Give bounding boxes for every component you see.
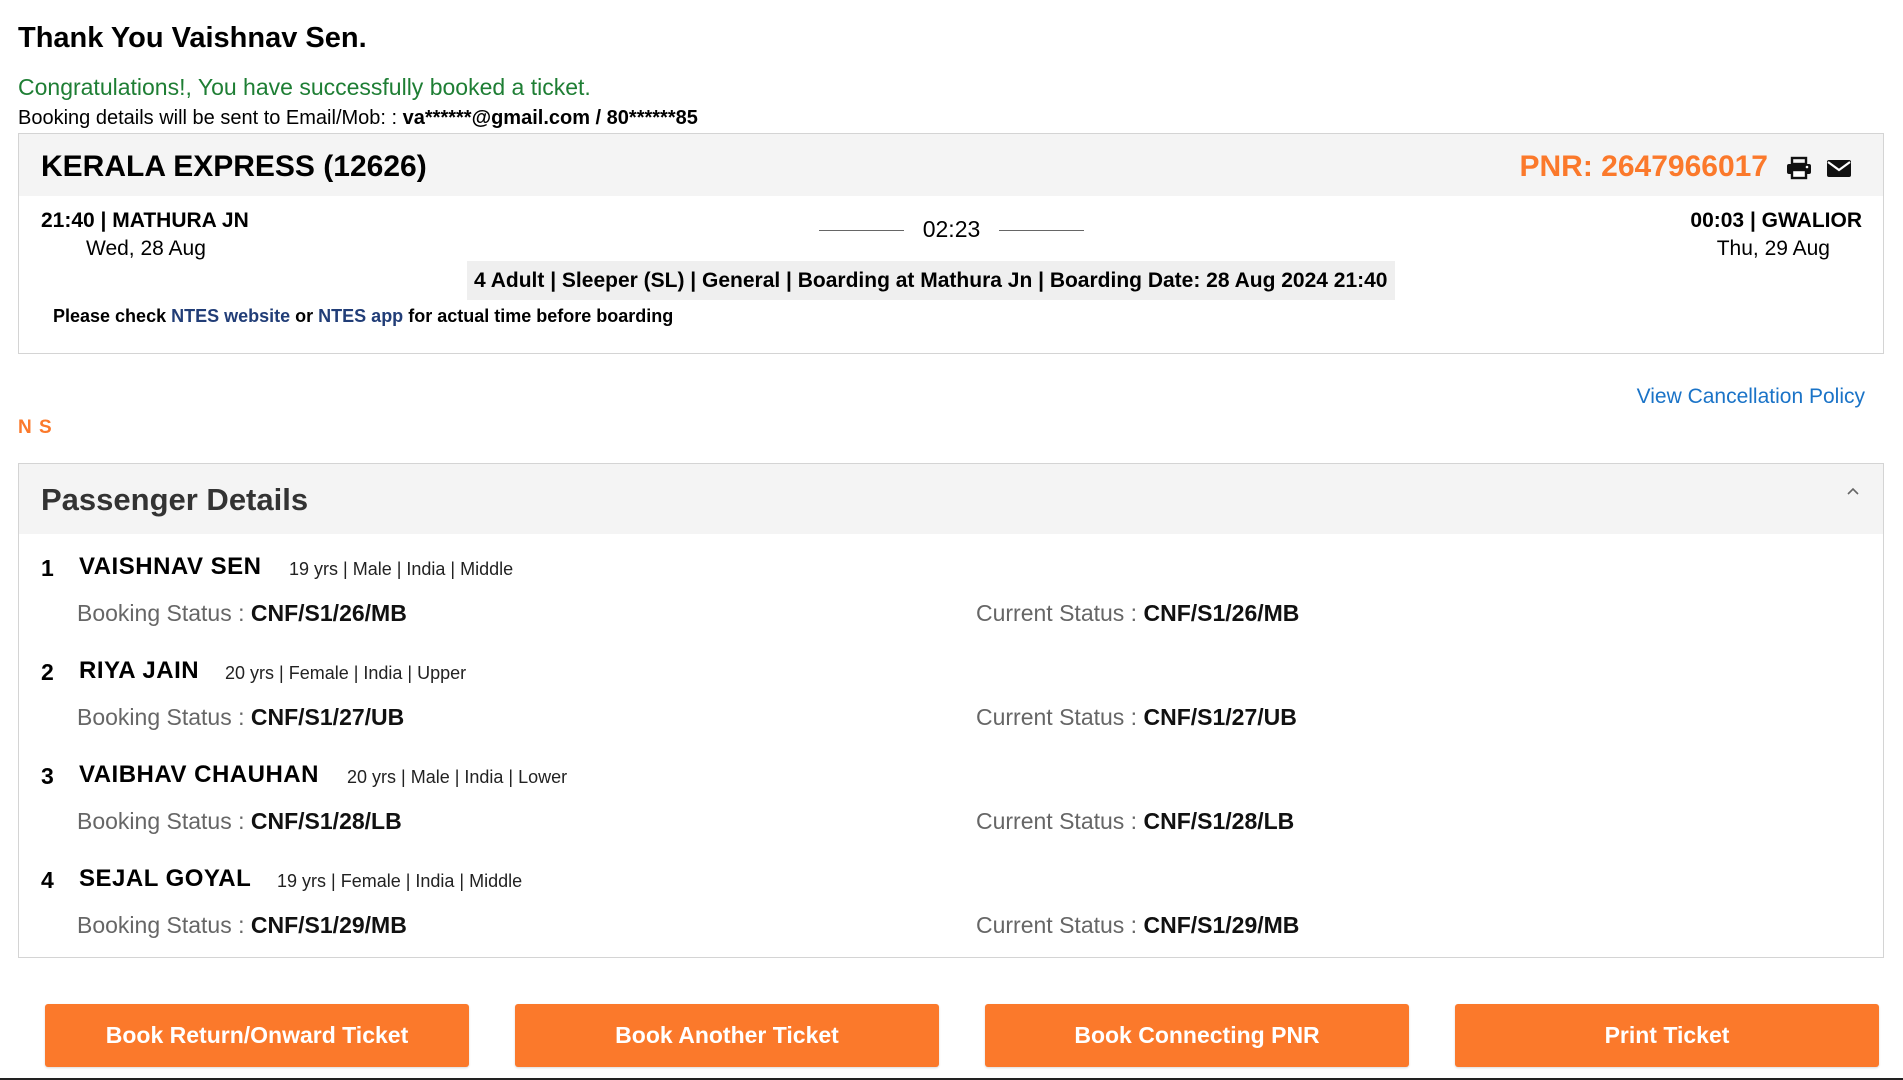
booking-status-value: CNF/S1/28/LB (250, 808, 402, 834)
passenger-row: 1 VAISHNAV SEN 19 yrs | Male | India | M… (19, 543, 1883, 647)
duration-line-right (999, 230, 1084, 231)
passenger-info: 19 yrs | Female | India | Middle (277, 871, 523, 891)
current-status: Current Status : CNF/S1/27/UB (976, 704, 1297, 731)
thank-you-heading: Thank You Vaishnav Sen. (18, 22, 367, 54)
booking-status: Booking Status : CNF/S1/29/MB (77, 912, 407, 939)
ntes-app-link[interactable]: NTES app (318, 306, 403, 326)
current-status-value: CNF/S1/26/MB (1143, 600, 1300, 626)
passenger-number: 4 (41, 867, 54, 893)
passenger-name: VAISHNAV SEN (79, 553, 262, 580)
passenger-name: VAIBHAV CHAUHAN (79, 761, 319, 788)
current-status-label: Current Status : (976, 704, 1138, 730)
ntes-note-or: or (295, 306, 314, 326)
booking-status-label: Booking Status : (77, 808, 245, 834)
passenger-number: 1 (41, 555, 54, 581)
booking-status-label: Booking Status : (77, 704, 245, 730)
booking-summary: 4 Adult | Sleeper (SL) | General | Board… (467, 261, 1395, 300)
print-ticket-button[interactable]: Print Ticket (1455, 1004, 1879, 1067)
journey-card: KERALA EXPRESS (12626) PNR: 2647966017 2… (18, 133, 1884, 354)
booking-confirmation-page: Thank You Vaishnav Sen. Congratulations!… (0, 0, 1903, 1080)
mail-icon[interactable] (1825, 156, 1853, 180)
print-icon[interactable] (1785, 156, 1813, 180)
journey-duration: 02:23 (819, 214, 1084, 244)
arrival-time-station: 00:03 | GWALIOR (1690, 209, 1862, 232)
passenger-info: 20 yrs | Female | India | Upper (225, 663, 467, 683)
passenger-row: 3 VAIBHAV CHAUHAN 20 yrs | Male | India … (19, 751, 1883, 855)
ntes-note-suffix: for actual time before boarding (408, 306, 674, 326)
current-status-label: Current Status : (976, 600, 1138, 626)
train-name: KERALA EXPRESS (12626) (41, 150, 427, 183)
departure-date: Wed, 28 Aug (86, 237, 206, 260)
passenger-name: RIYA JAIN (79, 657, 200, 684)
passenger-number: 2 (41, 659, 54, 685)
booking-status-label: Booking Status : (77, 600, 245, 626)
current-status: Current Status : CNF/S1/28/LB (976, 808, 1294, 835)
booking-status-value: CNF/S1/27/UB (250, 704, 405, 730)
departure-time-station: 21:40 | MATHURA JN (41, 209, 249, 232)
passenger-row: 2 RIYA JAIN 20 yrs | Female | India | Up… (19, 647, 1883, 751)
passenger-number: 3 (41, 763, 54, 789)
current-status-label: Current Status : (976, 808, 1138, 834)
journey-header: KERALA EXPRESS (12626) PNR: 2647966017 (19, 134, 1883, 196)
success-message: Congratulations!, You have successfully … (18, 74, 591, 100)
book-return-onward-button[interactable]: Book Return/Onward Ticket (45, 1004, 469, 1067)
chevron-up-icon[interactable] (1845, 484, 1861, 500)
current-status: Current Status : CNF/S1/29/MB (976, 912, 1299, 939)
booking-details-prefix: Booking details will be sent to Email/Mo… (18, 107, 398, 129)
passenger-info: 19 yrs | Male | India | Middle (289, 559, 514, 579)
book-connecting-pnr-button[interactable]: Book Connecting PNR (985, 1004, 1409, 1067)
booking-status-value: CNF/S1/26/MB (250, 600, 407, 626)
ns-label: N S (18, 417, 53, 438)
book-another-ticket-button[interactable]: Book Another Ticket (515, 1004, 939, 1067)
passenger-row: 4 SEJAL GOYAL 19 yrs | Female | India | … (19, 855, 1883, 959)
booking-status: Booking Status : CNF/S1/27/UB (77, 704, 404, 731)
current-status-value: CNF/S1/27/UB (1143, 704, 1297, 730)
current-status: Current Status : CNF/S1/26/MB (976, 600, 1299, 627)
ntes-note-prefix: Please check (53, 306, 167, 326)
booking-status-value: CNF/S1/29/MB (250, 912, 407, 938)
current-status-value: CNF/S1/28/LB (1143, 808, 1295, 834)
booking-contact: va******@gmail.com / 80******85 (402, 107, 698, 129)
passenger-name: SEJAL GOYAL (79, 865, 252, 892)
current-status-label: Current Status : (976, 912, 1138, 938)
passenger-details-title: Passenger Details (41, 482, 309, 517)
booking-status-label: Booking Status : (77, 912, 245, 938)
booking-status: Booking Status : CNF/S1/26/MB (77, 600, 407, 627)
ntes-note: Please check NTES website or NTES app fo… (53, 306, 673, 327)
passenger-details-header[interactable]: Passenger Details (19, 464, 1883, 534)
current-status-value: CNF/S1/29/MB (1143, 912, 1300, 938)
cancellation-policy-link[interactable]: View Cancellation Policy (1637, 385, 1865, 409)
ntes-website-link[interactable]: NTES website (171, 306, 290, 326)
pnr-number: PNR: 2647966017 (1519, 150, 1768, 183)
passenger-details-card: Passenger Details 1 VAISHNAV SEN 19 yrs … (18, 463, 1884, 958)
arrival-date: Thu, 29 Aug (1716, 237, 1830, 260)
passenger-info: 20 yrs | Male | India | Lower (347, 767, 568, 787)
booking-details-note: Booking details will be sent to Email/Mo… (18, 107, 698, 130)
booking-status: Booking Status : CNF/S1/28/LB (77, 808, 402, 835)
